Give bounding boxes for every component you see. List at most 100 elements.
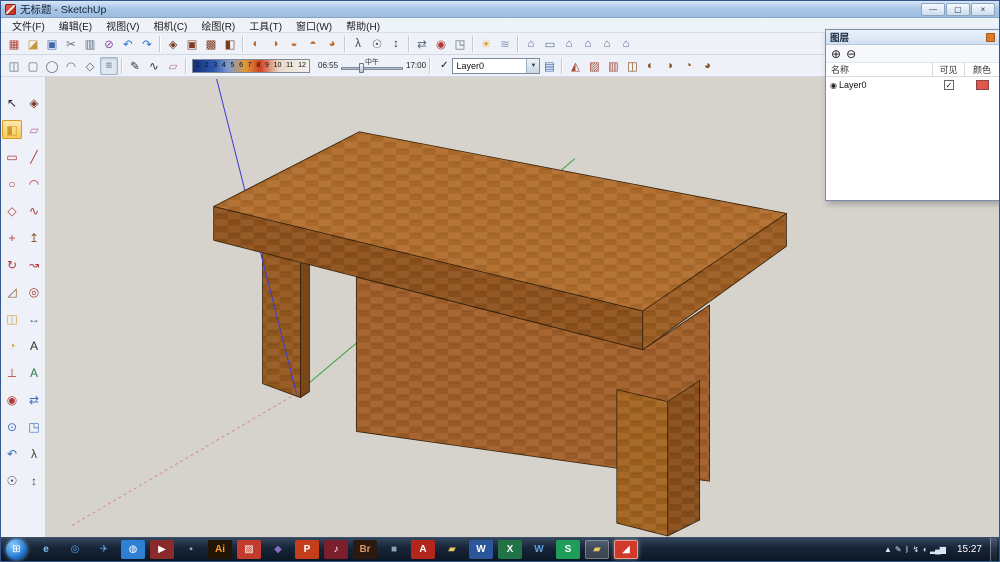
cut-icon[interactable]: ✂	[62, 35, 80, 53]
top-view-icon[interactable]: ▭	[541, 35, 559, 53]
show-desktop-button[interactable]	[990, 537, 997, 561]
menu-view[interactable]: 视图(V)	[99, 18, 146, 33]
orbit-icon[interactable]: ◉	[2, 390, 22, 409]
media-player-icon[interactable]: ▶	[150, 540, 174, 559]
zoom-extents-icon[interactable]: ◳	[24, 417, 44, 436]
shadow-dialog-icon[interactable]: ◐	[641, 57, 659, 75]
menu-camera[interactable]: 相机(C)	[146, 18, 194, 33]
section-cut-icon[interactable]: ▥	[604, 57, 622, 75]
zoom-window-icon[interactable]: ◳	[451, 35, 469, 53]
draw-circle-icon[interactable]: ◯	[43, 57, 61, 75]
menu-window[interactable]: 窗口(W)	[289, 18, 339, 33]
freehand-icon[interactable]: ∿	[145, 57, 163, 75]
pan-icon[interactable]: ⇄	[413, 35, 431, 53]
draw-arc-icon[interactable]: ◠	[62, 57, 80, 75]
dev-tool-icon[interactable]: ◆	[266, 540, 290, 559]
solid-trim-icon[interactable]: ◒	[285, 35, 303, 53]
layer-combobox[interactable]: Layer0 ▼	[452, 57, 541, 74]
network-icon[interactable]: ▂▄▆	[930, 545, 946, 554]
model-info-icon[interactable]: ▦	[5, 35, 23, 53]
select-icon[interactable]: ↖	[2, 93, 22, 112]
back-view-icon[interactable]: ⌂	[598, 35, 616, 53]
iso-view-icon[interactable]: ⌂	[522, 35, 540, 53]
time-slider-track[interactable]: 中午	[341, 58, 404, 74]
start-button[interactable]: ⊞	[6, 539, 27, 560]
menu-draw[interactable]: 绘图(R)	[194, 18, 242, 33]
bluetooth-icon[interactable]: ᛒ	[905, 545, 910, 554]
position-camera-icon[interactable]: ↕	[387, 35, 405, 53]
freehand-icon[interactable]: ∿	[24, 201, 44, 220]
shadow-month-slider[interactable]: 1 2 3 4 5 6 7 8 9 10 11 12	[192, 58, 310, 73]
layer-visible-checkbox[interactable]: ✓	[944, 80, 954, 90]
zoom-previous-icon[interactable]: ↶	[2, 444, 22, 463]
draw-polygon-icon[interactable]: ◇	[81, 57, 99, 75]
powerpoint-icon[interactable]: P	[295, 540, 319, 559]
eraser-icon[interactable]: ▱	[164, 57, 182, 75]
open-icon[interactable]: ◪	[24, 35, 42, 53]
word-icon[interactable]: W	[469, 540, 493, 559]
menu-tools[interactable]: 工具(T)	[242, 18, 289, 33]
axes-icon[interactable]: ⊥	[2, 363, 22, 382]
text-icon[interactable]: A	[24, 336, 44, 355]
match-photo-icon[interactable]: ◔	[679, 57, 697, 75]
solid-shell-icon[interactable]: ◕	[323, 35, 341, 53]
column-name[interactable]: 名称	[826, 63, 933, 76]
red-app-icon[interactable]: ▨	[237, 540, 261, 559]
table-left-leg-side[interactable]	[300, 257, 310, 399]
draw-rect-icon[interactable]: ▢	[24, 57, 42, 75]
front-view-icon[interactable]: ⌂	[560, 35, 578, 53]
circle-icon[interactable]: ○	[2, 174, 22, 193]
mail-icon[interactable]: ✈	[92, 540, 116, 559]
fog-icon[interactable]: ≋	[496, 35, 514, 53]
back-edges-icon[interactable]: ◫	[623, 57, 641, 75]
rotate-icon[interactable]: ↻	[2, 255, 22, 274]
solid-split-icon[interactable]: ◓	[304, 35, 322, 53]
make-component-icon[interactable]: ◈	[164, 35, 182, 53]
copy-icon[interactable]: ▥	[81, 35, 99, 53]
make-component-icon[interactable]: ◈	[24, 93, 44, 112]
paint-bucket-icon[interactable]: ◧	[2, 120, 22, 139]
line-icon[interactable]: ╱	[24, 147, 44, 166]
shadows-icon[interactable]: ☀	[477, 35, 495, 53]
show-hidden-icon[interactable]: ▲	[884, 545, 892, 554]
menu-help[interactable]: 帮助(H)	[339, 18, 387, 33]
gray-app-icon[interactable]: ■	[382, 540, 406, 559]
pencil-icon[interactable]: ✎	[126, 57, 144, 75]
close-button[interactable]: ×	[971, 2, 995, 16]
right-view-icon[interactable]: ⌂	[579, 35, 597, 53]
solid-union-icon[interactable]: ◐	[247, 35, 265, 53]
acrobat-icon[interactable]: A	[411, 540, 435, 559]
section-plane-icon[interactable]: ◭	[566, 57, 584, 75]
remove-layer-button[interactable]: ⊖	[846, 48, 856, 60]
dimension-icon[interactable]: ↔	[24, 309, 44, 328]
move-icon[interactable]: +	[2, 228, 22, 247]
protractor-icon[interactable]: ◔	[2, 336, 22, 355]
arc-icon[interactable]: ◠	[24, 174, 44, 193]
scale-icon[interactable]: ◿	[2, 282, 22, 301]
fog-dialog-icon[interactable]: ◑	[660, 57, 678, 75]
folder-icon[interactable]: ▰	[440, 540, 464, 559]
3d-text-icon[interactable]: A	[24, 363, 44, 382]
layer-row[interactable]: ◉ Layer0 ✓	[826, 77, 999, 93]
control-folder-icon[interactable]: ▰	[585, 540, 609, 559]
section-display-icon[interactable]: ▨	[585, 57, 603, 75]
time-slider-thumb[interactable]	[359, 62, 365, 73]
sketchup-icon[interactable]: ◢	[614, 540, 638, 559]
look-around-icon[interactable]: ☉	[368, 35, 386, 53]
power-icon[interactable]: ↯	[912, 545, 919, 554]
erase-icon[interactable]: ⊘	[100, 35, 118, 53]
layer-combo-dropdown-icon[interactable]: ▼	[526, 58, 540, 73]
word-viewer-icon[interactable]: W	[527, 540, 551, 559]
layers-panel-header[interactable]: 图层	[826, 30, 999, 45]
undo-icon[interactable]: ↶	[119, 35, 137, 53]
internet-explorer-icon[interactable]: e	[34, 540, 58, 559]
maximize-button[interactable]: ▢	[946, 2, 970, 16]
stretch-app-icon[interactable]: S	[556, 540, 580, 559]
walk-icon[interactable]: λ	[24, 444, 44, 463]
make-group-icon[interactable]: ▣	[183, 35, 201, 53]
taskbar-clock[interactable]: 15:27	[957, 544, 982, 555]
layer-manager-icon[interactable]: ▤	[540, 57, 558, 75]
outer-shell-icon[interactable]: ◧	[221, 35, 239, 53]
menu-file[interactable]: 文件(F)	[5, 18, 52, 33]
offset-icon[interactable]: ◎	[24, 282, 44, 301]
